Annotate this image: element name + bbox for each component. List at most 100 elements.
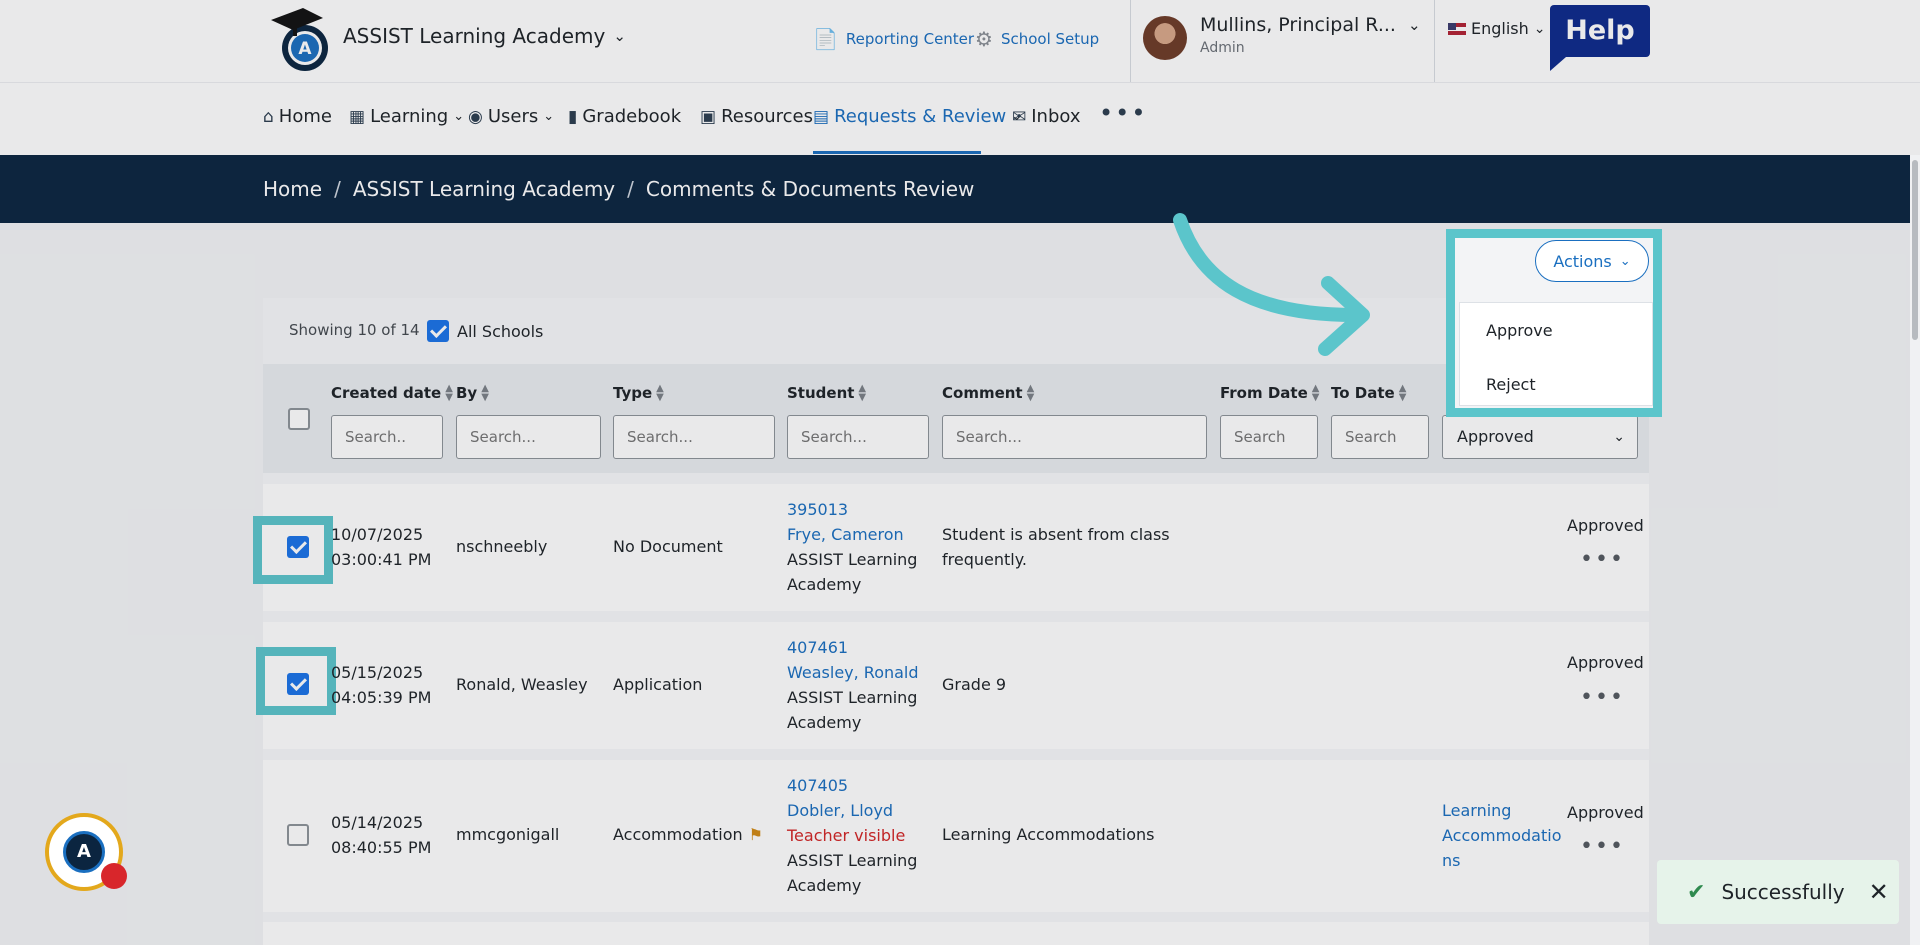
column-header-type[interactable]: Type ▲ ▼	[613, 384, 664, 403]
student-id-link[interactable]: 407405	[787, 773, 917, 798]
row-status: Approved	[1567, 803, 1644, 822]
column-header-created-date[interactable]: Created date ▲ ▼	[331, 384, 453, 403]
chevron-down-icon: ⌄	[613, 27, 626, 45]
svg-text:A: A	[298, 39, 312, 59]
column-label: To Date	[1331, 384, 1395, 402]
all-schools-label: All Schools	[457, 321, 544, 341]
sort-icon[interactable]: ▲ ▼	[481, 384, 489, 403]
student-school: Academy	[787, 575, 862, 594]
sort-icon[interactable]: ▲ ▼	[656, 384, 664, 403]
nav-users[interactable]: ◉ Users ⌄	[468, 106, 554, 127]
user-icon: ◉	[468, 106, 483, 127]
nav-gradebook-label: Gradebook	[582, 106, 682, 127]
success-toast: ✔ Successfully ✕	[1657, 860, 1899, 924]
breadcrumb-school[interactable]: ASSIST Learning Academy	[353, 177, 615, 201]
user-menu[interactable]: Mullins, Principal R... ⌄	[1200, 14, 1421, 36]
row-status: Approved	[1567, 653, 1644, 672]
nav-active-indicator	[813, 151, 981, 154]
breadcrumb-separator: /	[627, 177, 634, 201]
row-student: 395013 Frye, Cameron ASSIST Learning Aca…	[787, 497, 917, 597]
visibility-label: Teacher visible	[787, 826, 906, 845]
avatar[interactable]	[1143, 16, 1187, 60]
menu-item-reject[interactable]: Reject	[1486, 375, 1536, 394]
sort-icon[interactable]: ▲ ▼	[1399, 384, 1407, 403]
assistant-launcher[interactable]: A	[45, 813, 127, 891]
all-schools-checkbox[interactable]	[427, 320, 449, 342]
document-link-text: ns	[1442, 851, 1461, 870]
student-id-link[interactable]: 407461	[787, 635, 919, 660]
scrollbar-thumb[interactable]	[1912, 160, 1918, 340]
sort-icon[interactable]: ▲ ▼	[1027, 384, 1035, 403]
close-icon[interactable]: ✕	[1869, 878, 1889, 906]
main-nav: ⌂ Home ▦ Learning ⌄ ◉ Users ⌄ ▮ Gradeboo…	[0, 82, 1920, 155]
column-label: By	[456, 384, 478, 402]
sort-icon[interactable]: ▲ ▼	[858, 384, 866, 403]
row-checkbox[interactable]	[287, 824, 309, 846]
chevron-down-icon: ⌄	[1619, 253, 1631, 269]
student-name-link[interactable]: Frye, Cameron	[787, 522, 917, 547]
nav-gradebook[interactable]: ▮ Gradebook	[568, 106, 681, 127]
to-date-search-input[interactable]	[1331, 415, 1429, 459]
student-name-link[interactable]: Weasley, Ronald	[787, 660, 919, 685]
row-checkbox[interactable]	[287, 536, 309, 558]
status-filter-value: Approved	[1457, 427, 1534, 446]
book-icon: ▮	[568, 106, 578, 127]
column-header-by[interactable]: By ▲ ▼	[456, 384, 489, 403]
help-button[interactable]: Help	[1550, 5, 1650, 71]
chevron-down-icon: ⌄	[543, 109, 555, 124]
select-all-checkbox[interactable]	[288, 408, 310, 430]
nav-home[interactable]: ⌂ Home	[263, 106, 332, 127]
nav-resources[interactable]: ▣ Resources	[700, 106, 813, 127]
mail-icon: ✉	[1012, 106, 1027, 127]
row-comment: Grade 9	[942, 675, 1007, 694]
notification-dot	[101, 863, 127, 889]
student-school: ASSIST Learning	[787, 688, 918, 707]
showing-count: Showing 10 of 14	[289, 321, 420, 339]
column-header-student[interactable]: Student ▲ ▼	[787, 384, 866, 403]
actions-button[interactable]: Actions ⌄	[1535, 240, 1649, 282]
nav-requests-review[interactable]: ▤ Requests & Review ⌄	[813, 106, 1022, 127]
student-school: ASSIST Learning	[787, 851, 918, 870]
student-school: ASSIST Learning	[787, 550, 918, 569]
column-header-to-date[interactable]: To Date ▲ ▼	[1331, 384, 1407, 403]
row-more-icon[interactable]: •••	[1580, 685, 1625, 710]
sort-icon[interactable]: ▲ ▼	[1312, 384, 1320, 403]
breadcrumb-home[interactable]: Home	[263, 177, 322, 201]
row-checkbox[interactable]	[287, 673, 309, 695]
reporting-center-link[interactable]: 📄 Reporting Center	[813, 27, 974, 51]
by-search-input[interactable]	[456, 415, 601, 459]
row-created-date: 05/15/2025 04:05:39 PM	[331, 660, 431, 710]
student-search-input[interactable]	[787, 415, 929, 459]
student-school: Academy	[787, 876, 862, 895]
all-schools-filter[interactable]: All Schools	[427, 320, 543, 342]
column-header-comment[interactable]: Comment ▲ ▼	[942, 384, 1035, 403]
table-row[interactable]	[263, 922, 1649, 945]
language-selector[interactable]: English ⌄	[1448, 19, 1546, 38]
row-time: 03:00:41 PM	[331, 550, 432, 569]
school-switcher[interactable]: ASSIST Learning Academy ⌄	[343, 24, 626, 48]
status-filter-select[interactable]: Approved ⌄	[1442, 415, 1638, 459]
document-link-text: Accommodatio	[1442, 826, 1562, 845]
row-time: 04:05:39 PM	[331, 688, 432, 707]
school-setup-link[interactable]: ⚙ School Setup	[975, 27, 1099, 51]
chevron-down-icon: ⌄	[1613, 429, 1625, 445]
more-icon[interactable]: •••	[1099, 99, 1147, 127]
nav-inbox[interactable]: ✉ Inbox	[1012, 106, 1081, 127]
from-date-search-input[interactable]	[1220, 415, 1318, 459]
school-logo[interactable]: A	[263, 2, 333, 72]
type-search-input[interactable]	[613, 415, 775, 459]
nav-users-label: Users	[487, 106, 539, 127]
created-date-search-input[interactable]	[331, 415, 443, 459]
column-header-from-date[interactable]: From Date ▲ ▼	[1220, 384, 1320, 403]
menu-item-approve[interactable]: Approve	[1486, 321, 1553, 340]
sort-icon[interactable]: ▲ ▼	[445, 384, 453, 403]
row-more-icon[interactable]: •••	[1580, 547, 1625, 572]
row-more-icon[interactable]: •••	[1580, 834, 1625, 859]
comment-search-input[interactable]	[942, 415, 1207, 459]
student-name-link[interactable]: Dobler, Lloyd	[787, 798, 917, 823]
nav-inbox-label: Inbox	[1031, 106, 1081, 127]
row-by: nschneebly	[456, 537, 548, 556]
student-id-link[interactable]: 395013	[787, 497, 917, 522]
document-link[interactable]: Learning Accommodatio ns	[1442, 798, 1561, 873]
nav-learning[interactable]: ▦ Learning ⌄	[349, 106, 464, 127]
